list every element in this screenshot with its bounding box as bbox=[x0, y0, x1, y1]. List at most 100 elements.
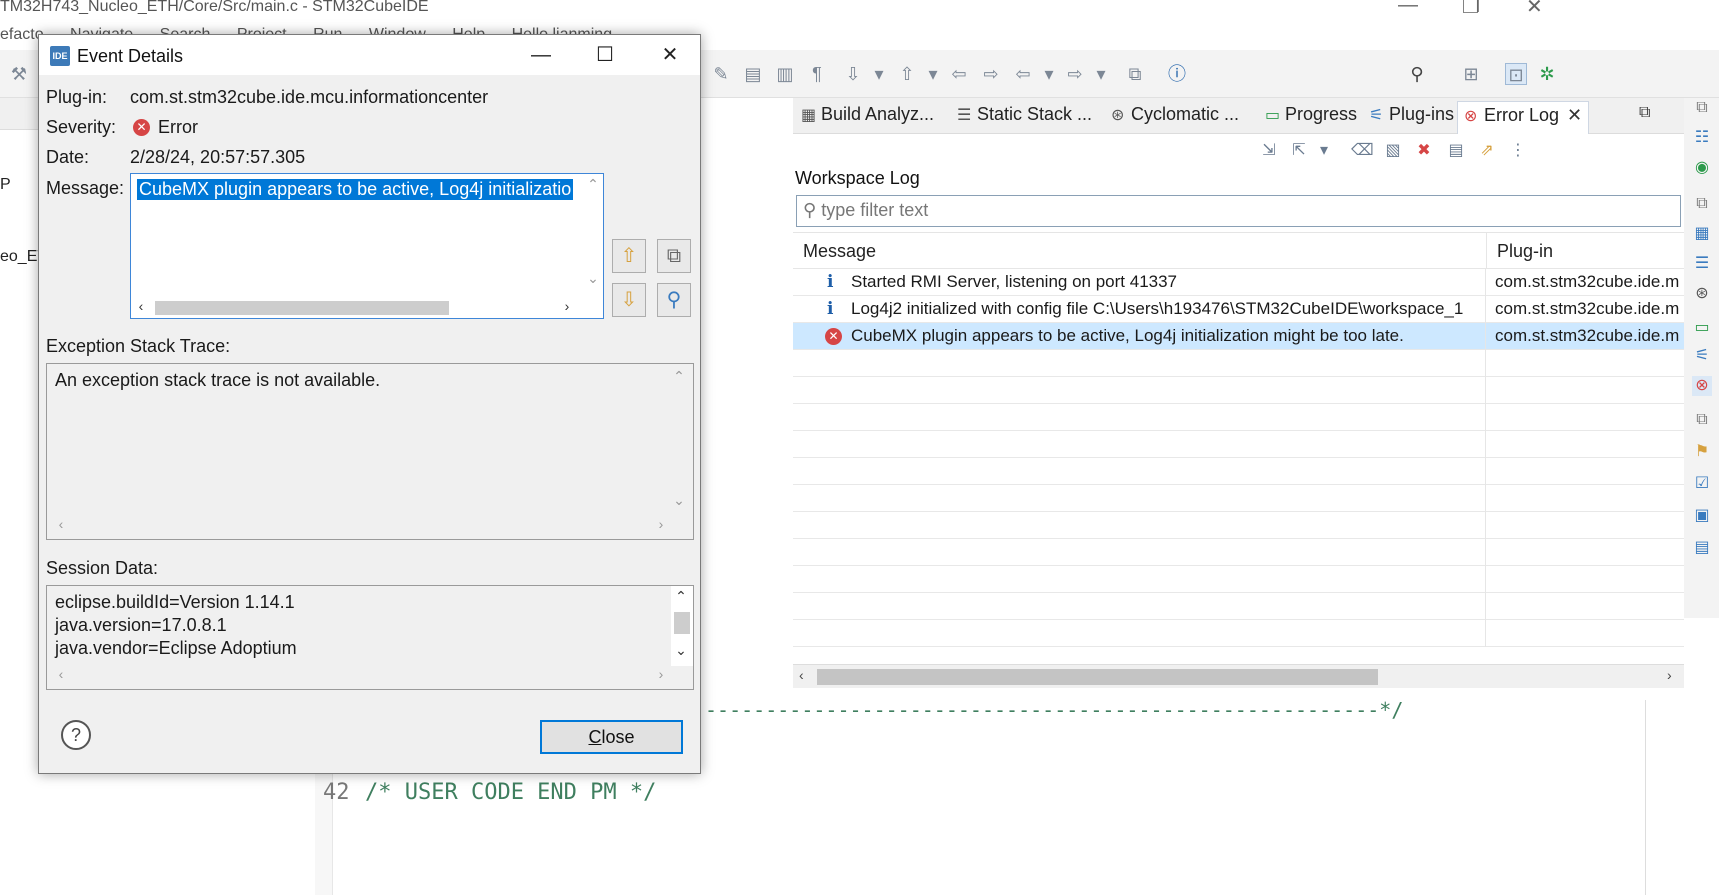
dropdown-arrow-icon[interactable]: ▾ bbox=[1090, 63, 1112, 85]
close-window-icon[interactable]: ✕ bbox=[1526, 0, 1543, 19]
scroll-left-icon[interactable]: ‹ bbox=[51, 666, 71, 682]
exception-textarea[interactable]: An exception stack trace is not availabl… bbox=[46, 363, 694, 540]
prev-annotation-icon[interactable]: ⇧ bbox=[896, 63, 918, 85]
dropdown-arrow-icon[interactable]: ▾ bbox=[1038, 63, 1060, 85]
show-whitespace-icon[interactable]: ¶ bbox=[806, 63, 828, 85]
tab-static-stack[interactable]: ☰ Static Stack ... bbox=[957, 104, 1092, 130]
scroll-left-icon[interactable]: ‹ bbox=[131, 298, 151, 314]
dropdown-arrow-icon[interactable]: ▾ bbox=[1313, 140, 1335, 162]
import-log-icon[interactable]: ⇱ bbox=[1288, 140, 1310, 162]
outline-icon[interactable]: ☷ bbox=[1692, 128, 1712, 148]
copy-button[interactable]: ⧉ bbox=[657, 239, 691, 273]
session-textarea[interactable]: eclipse.buildId=Version 1.14.1 java.vers… bbox=[46, 585, 694, 690]
scroll-right-icon[interactable]: › bbox=[651, 666, 671, 682]
plugins-icon[interactable]: ⚟ bbox=[1692, 346, 1712, 366]
dropdown-arrow-icon[interactable]: ▾ bbox=[868, 63, 890, 85]
close-button[interactable]: Close bbox=[540, 720, 683, 754]
scroll-up-icon[interactable]: ⌃ bbox=[671, 588, 691, 605]
info-icon[interactable]: ⓘ bbox=[1166, 63, 1188, 85]
scroll-up-icon[interactable]: ⌃ bbox=[583, 176, 603, 193]
maximize-view-icon[interactable]: ⧉ bbox=[1639, 104, 1650, 122]
console-icon[interactable]: ▣ bbox=[1692, 506, 1712, 526]
previous-event-button[interactable]: ⇧ bbox=[612, 239, 646, 273]
ide-logo-icon: IDE bbox=[50, 46, 70, 66]
table-row-selected[interactable]: ✕ CubeMX plugin appears to be active, Log… bbox=[793, 323, 1684, 350]
restore-view-icon[interactable]: ⧉ bbox=[1692, 98, 1712, 118]
tab-error-log[interactable]: ⊗ Error Log ✕ bbox=[1457, 101, 1590, 134]
maximize-icon[interactable]: ☐ bbox=[585, 39, 625, 71]
last-edit-icon[interactable]: ⇦ bbox=[948, 63, 970, 85]
restore-view-icon[interactable]: ⧉ bbox=[1692, 194, 1712, 214]
minimize-window-icon[interactable]: — bbox=[1398, 0, 1418, 17]
cyclomatic-icon[interactable]: ⊛ bbox=[1692, 284, 1712, 304]
progress-icon[interactable]: ▭ bbox=[1692, 318, 1712, 338]
export-log-icon[interactable]: ⇲ bbox=[1258, 140, 1280, 162]
scroll-left-icon[interactable]: ‹ bbox=[799, 667, 804, 683]
registers-icon[interactable]: ⚑ bbox=[1692, 442, 1712, 462]
tab-build-analyzer[interactable]: ▦ Build Analyz... bbox=[801, 104, 934, 130]
message-horizontal-scrollbar[interactable]: ‹ › bbox=[131, 296, 583, 318]
scroll-down-icon[interactable]: ⌄ bbox=[583, 270, 603, 287]
table-view-icon[interactable]: ▤ bbox=[1692, 538, 1712, 558]
session-vertical-scrollbar[interactable]: ⌃ ⌄ bbox=[671, 586, 693, 666]
search-icon[interactable]: ⚲ bbox=[1406, 63, 1428, 85]
restore-window-icon[interactable]: ❐ bbox=[1462, 0, 1480, 19]
delete-log-icon[interactable]: ▧ bbox=[1382, 140, 1404, 162]
back-icon[interactable]: ⇦ bbox=[1012, 63, 1034, 85]
static-stack-icon: ☰ bbox=[957, 107, 972, 124]
scroll-down-icon[interactable]: ⌄ bbox=[669, 492, 689, 509]
open-perspective-icon[interactable]: ⧉ bbox=[1124, 63, 1146, 85]
next-annotation-icon[interactable]: ⇩ bbox=[842, 63, 864, 85]
close-icon[interactable]: ✕ bbox=[650, 39, 690, 71]
column-header-message[interactable]: Message bbox=[793, 233, 1487, 269]
scrollbar-thumb[interactable] bbox=[674, 612, 690, 634]
build-analyzer-icon[interactable]: ▦ bbox=[1692, 224, 1712, 244]
hammer-icon[interactable]: ⚒ bbox=[8, 63, 30, 85]
block-select-icon[interactable]: ▥ bbox=[774, 63, 796, 85]
message-selected-text[interactable]: CubeMX plugin appears to be active, Log4… bbox=[137, 179, 573, 200]
build-target-icon[interactable]: ◉ bbox=[1692, 158, 1712, 178]
static-stack-icon[interactable]: ☰ bbox=[1692, 254, 1712, 274]
dialog-title-bar[interactable]: IDE Event Details — ☐ ✕ bbox=[39, 35, 700, 75]
error-log-icon[interactable]: ⊗ bbox=[1692, 376, 1712, 396]
restore-log-icon[interactable]: ⇗ bbox=[1476, 140, 1498, 162]
delete-icon[interactable]: ✖ bbox=[1413, 140, 1435, 162]
scrollbar-thumb[interactable] bbox=[817, 669, 1378, 685]
column-header-plugin[interactable]: Plug-in bbox=[1487, 233, 1684, 269]
scroll-up-icon[interactable]: ⌃ bbox=[669, 368, 689, 385]
left-panel-tabbar bbox=[0, 98, 40, 130]
scroll-right-icon[interactable]: › bbox=[1667, 667, 1672, 683]
scroll-down-icon[interactable]: ⌄ bbox=[671, 642, 691, 659]
help-button[interactable]: ? bbox=[61, 720, 91, 750]
table-row[interactable]: i Started RMI Server, listening on port 4… bbox=[793, 269, 1684, 296]
open-log-icon[interactable]: ▤ bbox=[1445, 140, 1467, 162]
tab-plugins[interactable]: ⚟ Plug-ins bbox=[1369, 104, 1454, 130]
forward-icon[interactable]: ⇨ bbox=[1064, 63, 1086, 85]
message-vertical-scrollbar[interactable]: ⌃ ⌄ bbox=[583, 174, 603, 296]
dropdown-arrow-icon[interactable]: ▾ bbox=[922, 63, 944, 85]
close-tab-icon[interactable]: ✕ bbox=[1567, 105, 1582, 125]
tab-cyclomatic[interactable]: ⊛ Cyclomatic ... bbox=[1111, 104, 1239, 130]
minimize-icon[interactable]: — bbox=[521, 39, 561, 71]
tasks-icon[interactable]: ☑ bbox=[1692, 474, 1712, 494]
scroll-right-icon[interactable]: › bbox=[557, 298, 577, 314]
perspective-icon[interactable]: ⊞ bbox=[1460, 63, 1482, 85]
filter-button[interactable]: ⚲ bbox=[657, 283, 691, 317]
message-textarea[interactable]: CubeMX plugin appears to be active, Log4… bbox=[130, 173, 604, 319]
clear-log-icon[interactable]: ⌫ bbox=[1351, 140, 1374, 162]
restore-view-icon[interactable]: ⧉ bbox=[1692, 410, 1712, 430]
next-event-button[interactable]: ⇩ bbox=[612, 283, 646, 317]
tab-progress[interactable]: ▭ Progress bbox=[1265, 104, 1357, 130]
debug-perspective-icon[interactable]: ✲ bbox=[1536, 63, 1558, 85]
cpp-perspective-icon[interactable]: ⊡ bbox=[1505, 63, 1527, 85]
scroll-right-icon[interactable]: › bbox=[651, 516, 671, 532]
scrollbar-thumb[interactable] bbox=[155, 301, 449, 315]
toggle-mark-icon[interactable]: ▤ bbox=[742, 63, 764, 85]
scroll-left-icon[interactable]: ‹ bbox=[51, 516, 71, 532]
filter-input[interactable]: ⚲ type filter text bbox=[796, 195, 1681, 227]
pen-icon[interactable]: ✎ bbox=[710, 63, 732, 85]
forward-edit-icon[interactable]: ⇨ bbox=[980, 63, 1002, 85]
view-menu-icon[interactable]: ⋮ bbox=[1507, 140, 1529, 162]
table-row[interactable]: i Log4j2 initialized with config file C:\… bbox=[793, 296, 1684, 323]
log-horizontal-scrollbar[interactable]: ‹ › bbox=[793, 664, 1684, 688]
